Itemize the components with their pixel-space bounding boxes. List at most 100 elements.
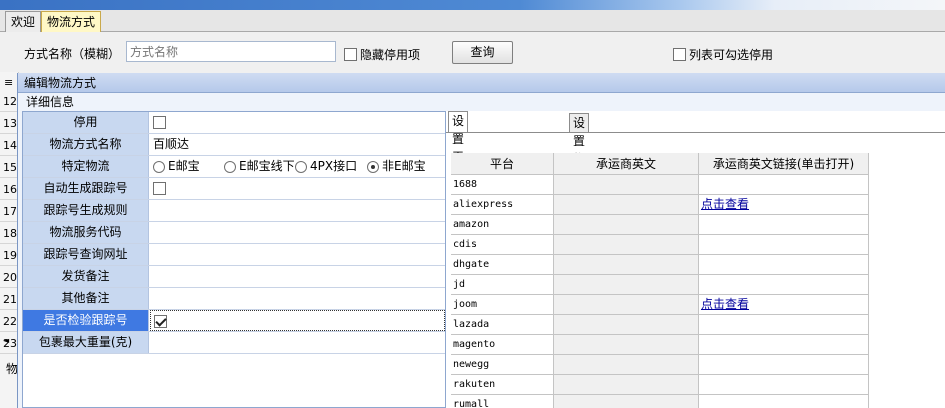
scroll-left-icon[interactable]: ◄ xyxy=(3,336,9,345)
carrier-link-cell[interactable] xyxy=(699,215,869,235)
table-row[interactable]: rakuten xyxy=(451,375,869,395)
carrier-cell[interactable] xyxy=(554,295,699,315)
detail-form: 停用 物流方式名称 百顺达 特定物流 E邮宝 E邮宝线下 4PX接口 非E邮宝 … xyxy=(22,111,446,408)
auto-tracking-label: 自动生成跟踪号 xyxy=(23,178,149,199)
platform-cell[interactable]: cdis xyxy=(451,235,554,255)
radio-eub-offline-dot[interactable] xyxy=(224,160,236,173)
window-top-band xyxy=(0,0,945,10)
right-panel: 设置平台英文承运商 设置物流参数信息 平台 承运商英文 承运商英文链接(单击打开… xyxy=(445,111,945,408)
hide-disabled-checkbox[interactable]: 隐藏停用项 xyxy=(344,46,420,63)
carrier-link-cell[interactable] xyxy=(699,275,869,295)
table-row[interactable]: rumall xyxy=(451,395,869,408)
carrier-link-cell[interactable]: 点击查看 xyxy=(699,195,869,215)
radio-4px[interactable]: 4PX接口 xyxy=(295,156,357,177)
radio-non-eub[interactable]: 非E邮宝 xyxy=(367,156,426,177)
platform-cell[interactable]: jd xyxy=(451,275,554,295)
carrier-cell[interactable] xyxy=(554,215,699,235)
row-number: 12 xyxy=(0,91,18,112)
carrier-cell[interactable] xyxy=(554,375,699,395)
radio-4px-dot[interactable] xyxy=(295,160,307,173)
carrier-link-cell[interactable] xyxy=(699,175,869,195)
platform-cell[interactable]: newegg xyxy=(451,355,554,375)
table-row[interactable]: 1688 xyxy=(451,175,869,195)
carrier-link-cell[interactable] xyxy=(699,235,869,255)
table-row[interactable]: dhgate xyxy=(451,255,869,275)
form-row-name: 物流方式名称 百顺达 xyxy=(23,134,445,156)
platform-cell[interactable]: amazon xyxy=(451,215,554,235)
tab-logistics-params[interactable]: 设置物流参数信息 xyxy=(569,113,590,256)
auto-tracking-checkbox[interactable] xyxy=(153,182,166,195)
carrier-link-cell[interactable] xyxy=(699,375,869,395)
carrier-link-cell[interactable] xyxy=(699,335,869,355)
table-row[interactable]: lazada xyxy=(451,315,869,335)
grid-menu-icon[interactable]: ≡ xyxy=(4,77,13,88)
table-row[interactable]: magento xyxy=(451,335,869,355)
carrier-cell[interactable] xyxy=(554,335,699,355)
carrier-cell[interactable] xyxy=(554,235,699,255)
carrier-link[interactable]: 点击查看 xyxy=(701,297,749,311)
carrier-link[interactable]: 点击查看 xyxy=(701,197,749,211)
dialog-title: 编辑物流方式 xyxy=(18,73,945,93)
carrier-cell[interactable] xyxy=(554,195,699,215)
service-code-field[interactable] xyxy=(150,222,445,243)
hide-disabled-label: 隐藏停用项 xyxy=(360,48,421,62)
search-name-label: 方式名称（模糊） xyxy=(24,47,121,61)
radio-eub-offline[interactable]: E邮宝线下 xyxy=(224,156,295,177)
table-row[interactable]: jd xyxy=(451,275,869,295)
platform-cell[interactable]: lazada xyxy=(451,315,554,335)
search-toolbar: 方式名称（模糊） 隐藏停用项 查询 列表可勾选停用 xyxy=(0,33,945,69)
other-note-label: 其他备注 xyxy=(23,288,149,309)
platform-cell[interactable]: rumall xyxy=(451,395,554,408)
carrier-cell[interactable] xyxy=(554,395,699,408)
ship-note-field[interactable] xyxy=(150,266,445,287)
form-row-special: 特定物流 E邮宝 E邮宝线下 4PX接口 非E邮宝 xyxy=(23,156,445,178)
carrier-cell[interactable] xyxy=(554,175,699,195)
tracking-rule-field[interactable] xyxy=(150,200,445,221)
name-field[interactable]: 百顺达 xyxy=(150,134,445,155)
table-row[interactable]: amazon xyxy=(451,215,869,235)
other-note-field[interactable] xyxy=(150,288,445,309)
tracking-url-field[interactable] xyxy=(150,244,445,265)
platform-cell[interactable]: aliexpress xyxy=(451,195,554,215)
col-header-carrier-link[interactable]: 承运商英文链接(单击打开) xyxy=(699,153,869,175)
platform-cell[interactable]: rakuten xyxy=(451,375,554,395)
carrier-cell[interactable] xyxy=(554,315,699,335)
service-code-label: 物流服务代码 xyxy=(23,222,149,243)
tab-logistics-methods[interactable]: 物流方式 xyxy=(41,11,102,32)
table-row[interactable]: newegg xyxy=(451,355,869,375)
carrier-link-cell[interactable] xyxy=(699,255,869,275)
carrier-cell[interactable] xyxy=(554,355,699,375)
platform-cell[interactable]: joom xyxy=(451,295,554,315)
search-name-input[interactable] xyxy=(126,41,336,62)
col-header-platform[interactable]: 平台 xyxy=(451,153,554,175)
col-header-carrier-en[interactable]: 承运商英文 xyxy=(554,153,699,175)
hide-disabled-box[interactable] xyxy=(344,48,357,61)
query-button[interactable]: 查询 xyxy=(452,41,513,64)
row-number: 19 xyxy=(0,245,18,266)
list-checkable-checkbox[interactable]: 列表可勾选停用 xyxy=(673,46,773,63)
carrier-link-cell[interactable] xyxy=(699,395,869,408)
radio-eub[interactable]: E邮宝 xyxy=(153,156,200,177)
special-label: 特定物流 xyxy=(23,156,149,177)
max-weight-field[interactable] xyxy=(150,332,445,353)
table-row[interactable]: aliexpress 点击查看 xyxy=(451,195,869,215)
carrier-cell[interactable] xyxy=(554,275,699,295)
radio-eub-dot[interactable] xyxy=(153,160,165,173)
carrier-cell[interactable] xyxy=(554,255,699,275)
disabled-checkbox[interactable] xyxy=(153,116,166,129)
carrier-link-cell[interactable]: 点击查看 xyxy=(699,295,869,315)
validate-tracking-checkbox[interactable] xyxy=(154,315,167,328)
table-row[interactable]: joom 点击查看 xyxy=(451,295,869,315)
validate-tracking-value xyxy=(150,310,445,331)
radio-non-eub-dot[interactable] xyxy=(367,160,379,173)
platform-cell[interactable]: 1688 xyxy=(451,175,554,195)
tab-welcome[interactable]: 欢迎 xyxy=(5,11,42,32)
tab-platform-carrier[interactable]: 设置平台英文承运商 xyxy=(448,111,469,272)
list-checkable-box[interactable] xyxy=(673,48,686,61)
table-row[interactable]: cdis xyxy=(451,235,869,255)
carrier-link-cell[interactable] xyxy=(699,315,869,335)
carrier-link-cell[interactable] xyxy=(699,355,869,375)
row-number: 14 xyxy=(0,135,18,156)
platform-cell[interactable]: magento xyxy=(451,335,554,355)
platform-cell[interactable]: dhgate xyxy=(451,255,554,275)
